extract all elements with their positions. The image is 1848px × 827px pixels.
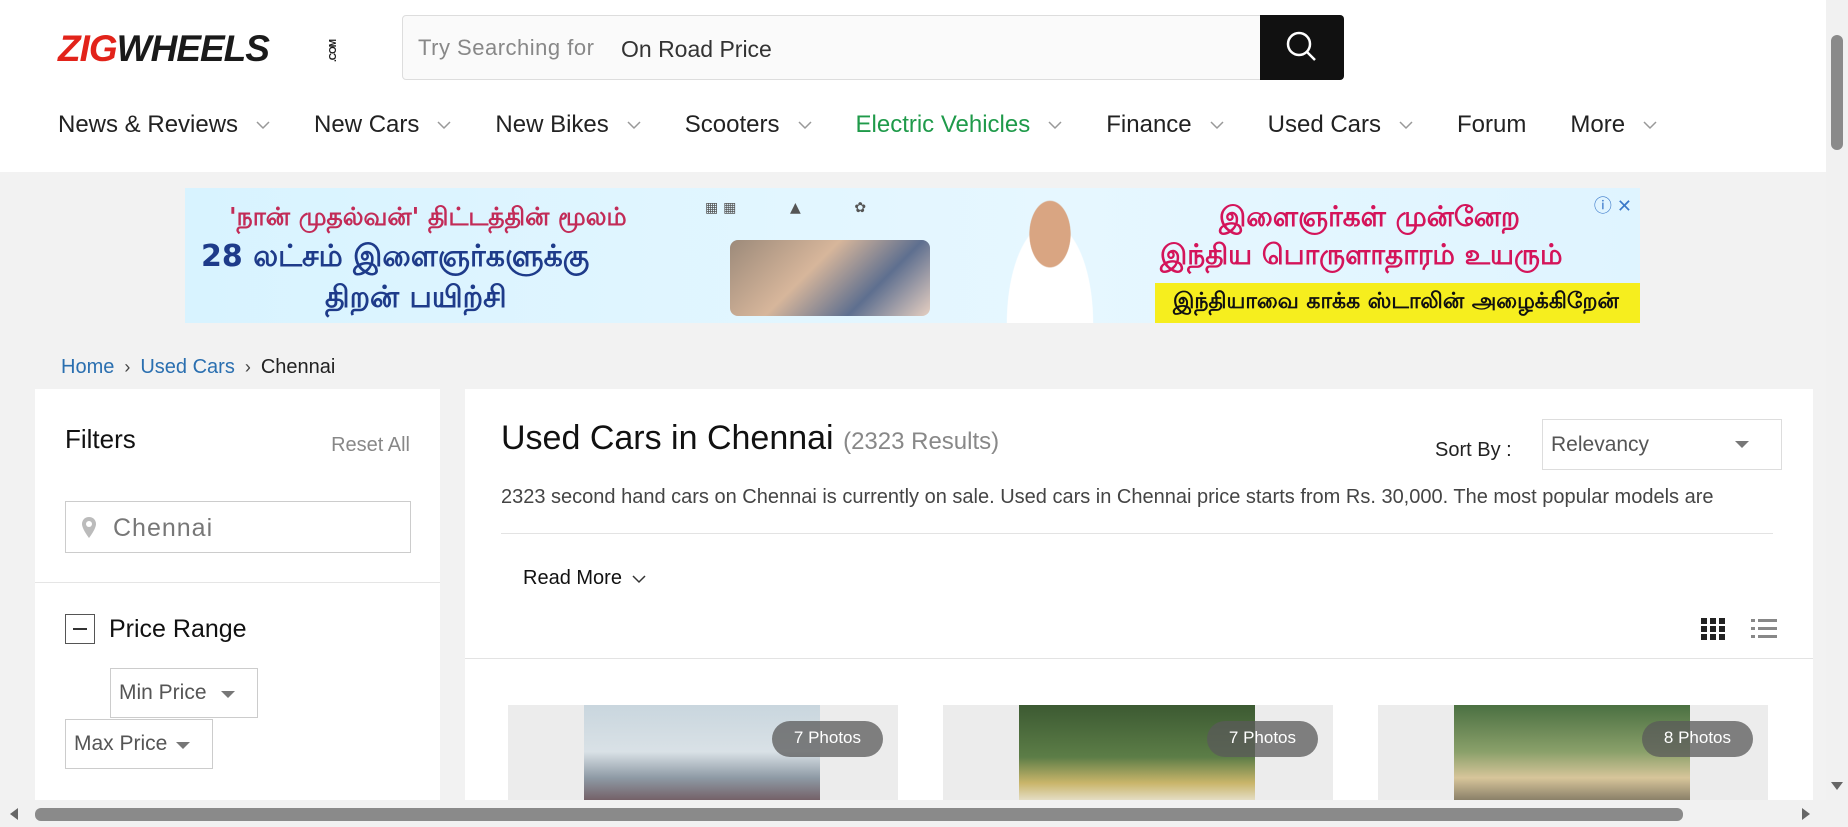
caret-down-icon — [1735, 441, 1749, 448]
chevron-down-icon — [627, 121, 641, 130]
max-price-select[interactable]: Max Price — [65, 719, 213, 769]
ad-line-3: திறன் பயிற்சி — [325, 280, 507, 315]
search-value: On Road Price — [621, 36, 772, 62]
nav-forum[interactable]: Forum — [1457, 110, 1526, 140]
divider — [501, 533, 1773, 534]
nav-new-cars[interactable]: New Cars — [314, 110, 451, 140]
zigwheels-logo[interactable]: ZIGWHEELS .COM — [58, 28, 339, 70]
ad-person-photo — [995, 196, 1105, 323]
breadcrumb-separator-icon: › — [244, 357, 251, 377]
chevron-down-icon — [256, 121, 270, 130]
nav-label: News & Reviews — [58, 111, 239, 138]
main-nav: News & Reviews New Cars New Bikes Scoote… — [58, 110, 1701, 140]
city-input[interactable]: Chennai — [65, 501, 411, 553]
horizontal-scroll-thumb[interactable] — [35, 808, 1683, 821]
search-button[interactable] — [1260, 15, 1344, 80]
chevron-down-icon — [1210, 121, 1224, 130]
photo-count-badge: 7 Photos — [1206, 721, 1318, 757]
chevron-down-icon — [1048, 121, 1062, 130]
photo-count-badge: 7 Photos — [771, 721, 883, 757]
scroll-right-arrow-icon[interactable] — [1800, 806, 1812, 822]
ad-emblems: ▦ ▦ ▲ ✿ — [705, 200, 867, 216]
ad-line-2: 28 லட்சம் இளைஞர்களுக்கு — [201, 239, 590, 274]
nav-label: Used Cars — [1267, 111, 1382, 138]
nav-label: Forum — [1457, 111, 1527, 138]
scroll-left-arrow-icon[interactable] — [8, 806, 20, 822]
car-card[interactable]: 8 Photos — [1378, 705, 1768, 809]
ad-right-line-2: இந்திய பொருளாதாரம் உயரும் — [1160, 238, 1563, 271]
nav-label: New Cars — [314, 111, 420, 138]
nav-scooters[interactable]: Scooters — [685, 110, 812, 140]
nav-news-reviews[interactable]: News & Reviews — [58, 110, 270, 140]
grid-view-icon[interactable] — [1700, 617, 1726, 641]
search-input[interactable]: Try Searching for On Road Price — [402, 15, 1344, 80]
nav-label: Finance — [1106, 111, 1192, 138]
breadcrumb-used-cars[interactable]: Used Cars — [140, 356, 234, 379]
page-title: Used Cars in Chennai (2323 Results) — [501, 419, 999, 458]
city-value: Chennai — [113, 514, 214, 542]
nav-label: More — [1570, 111, 1626, 138]
read-more-button[interactable]: Read More — [523, 567, 646, 590]
description-text: 2323 second hand cars on Chennai is curr… — [501, 486, 1714, 508]
vertical-scroll-thumb[interactable] — [1831, 35, 1843, 150]
results-count: (2323 Results) — [843, 428, 1000, 455]
price-range-label[interactable]: Price Range — [109, 615, 247, 644]
max-price-value: Max Price — [74, 732, 168, 755]
breadcrumb-separator-icon: › — [124, 357, 131, 377]
divider — [35, 582, 440, 583]
nav-more[interactable]: More — [1570, 110, 1657, 140]
chevron-down-icon — [437, 121, 451, 130]
chevron-down-icon — [1643, 121, 1657, 130]
advertisement-banner[interactable]: 'நான் முதல்வன்' திட்டத்தின் மூலம் 28 லட்… — [185, 188, 1640, 323]
sort-select[interactable]: Relevancy — [1542, 419, 1782, 470]
breadcrumb-current: Chennai — [260, 356, 336, 378]
ad-close-icon[interactable]: ⓘ ✕ — [1594, 192, 1632, 218]
sort-value: Relevancy — [1551, 433, 1650, 456]
caret-down-icon — [176, 742, 190, 749]
nav-label: Scooters — [684, 111, 780, 138]
search-placeholder: Try Searching for — [418, 35, 595, 60]
filters-panel: Filters Reset All Chennai Price Range Mi… — [35, 389, 440, 809]
nav-finance[interactable]: Finance — [1106, 110, 1224, 140]
ad-right-line-1: இளைஞர்கள் முன்னேற — [1219, 200, 1520, 233]
chevron-down-icon — [797, 121, 812, 130]
ad-students-photo — [730, 240, 930, 316]
min-price-select[interactable]: Min Price — [110, 668, 258, 718]
nav-electric-vehicles[interactable]: Electric Vehicles — [856, 110, 1063, 140]
scroll-down-arrow-icon[interactable] — [1829, 780, 1845, 792]
read-more-label: Read More — [523, 567, 622, 589]
site-header: ZIGWHEELS .COM Try Searching for On Road… — [0, 0, 1826, 172]
filters-title: Filters — [65, 424, 136, 454]
results-panel: Used Cars in Chennai (2323 Results) Sort… — [465, 389, 1813, 809]
nav-label: Electric Vehicles — [855, 111, 1031, 138]
caret-down-icon — [221, 691, 235, 698]
chevron-down-icon — [1399, 121, 1413, 130]
chevron-down-icon — [632, 574, 646, 583]
photo-count-badge: 8 Photos — [1641, 721, 1753, 757]
breadcrumb: Home › Used Cars › Chennai — [61, 356, 335, 379]
min-price-value: Min Price — [119, 681, 207, 704]
car-card[interactable]: 7 Photos — [943, 705, 1333, 809]
nav-new-bikes[interactable]: New Bikes — [495, 110, 641, 140]
car-card[interactable]: 7 Photos — [508, 705, 898, 809]
logo-text-com: .COM — [328, 39, 339, 62]
nav-used-cars[interactable]: Used Cars — [1268, 110, 1413, 140]
location-pin-icon — [82, 517, 96, 538]
list-view-icon[interactable] — [1750, 617, 1778, 641]
ad-line-1: 'நான் முதல்வன்' திட்டத்தின் மூலம் — [229, 202, 627, 231]
sort-label: Sort By : — [1435, 439, 1512, 461]
search-icon — [1286, 31, 1316, 61]
breadcrumb-home[interactable]: Home — [61, 356, 114, 379]
page-title-text: Used Cars in Chennai — [501, 419, 834, 457]
view-toggle — [1700, 617, 1778, 641]
reset-all-button[interactable]: Reset All — [331, 434, 410, 457]
logo-text-zig: ZIG — [58, 28, 118, 69]
divider — [465, 658, 1813, 659]
nav-label: New Bikes — [495, 111, 609, 138]
ad-right-line-3: இந்தியாவை காக்க ஸ்டாலின் அழைக்கிறேன் — [1155, 283, 1640, 323]
collapse-icon[interactable] — [65, 614, 95, 644]
logo-text-wheels: WHEELS — [116, 28, 270, 69]
